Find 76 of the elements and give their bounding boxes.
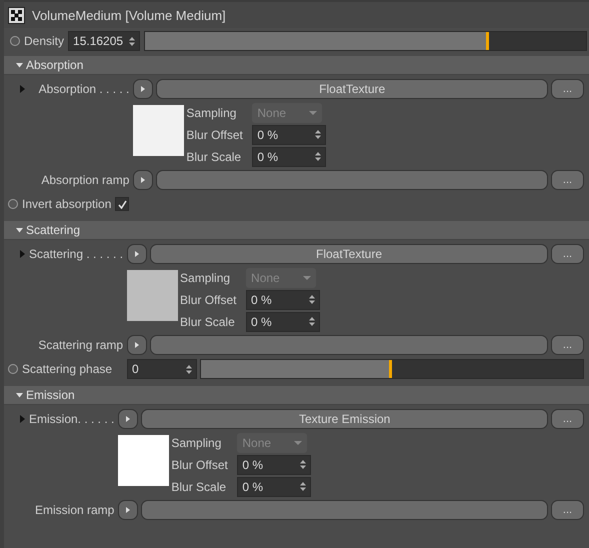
play-button[interactable] — [127, 335, 148, 355]
triangle-icon — [135, 251, 140, 257]
field-label: Blur Scale — [186, 150, 242, 164]
animation-radio[interactable] — [10, 36, 20, 46]
caret-icon — [309, 110, 318, 114]
more-button[interactable]: ... — [551, 244, 584, 264]
field-label: Blur Offset — [171, 458, 229, 472]
field-label: Scattering ramp — [38, 338, 124, 352]
animation-radio[interactable] — [8, 199, 18, 209]
number-field[interactable]: 0 % — [237, 476, 312, 496]
number-field[interactable]: 0 % — [246, 290, 320, 310]
triangle-icon[interactable] — [16, 228, 23, 232]
caret-icon — [294, 440, 302, 444]
texture-button[interactable]: FloatTexture — [156, 79, 548, 99]
triangle-icon — [141, 86, 146, 92]
field-label: Blur Scale — [180, 314, 236, 328]
play-button[interactable] — [133, 170, 154, 190]
spinner-arrows-icon[interactable] — [315, 152, 322, 161]
field-label: Blur Offset — [180, 292, 238, 306]
more-button[interactable]: ... — [551, 409, 584, 429]
more-button[interactable]: ... — [551, 335, 584, 355]
play-button[interactable] — [133, 79, 154, 99]
field-label: Sampling — [186, 106, 238, 120]
ramp-field[interactable] — [150, 335, 548, 355]
triangle-icon — [141, 177, 146, 183]
field-label: Scattering . . . . . . — [29, 247, 124, 261]
more-button[interactable]: ... — [551, 170, 584, 190]
checkmark-icon — [118, 200, 127, 208]
ramp-field[interactable] — [156, 170, 548, 190]
triangle-icon[interactable] — [16, 62, 23, 68]
more-button[interactable]: ... — [551, 79, 584, 99]
field-label: Absorption ramp — [41, 173, 130, 187]
caret-icon — [303, 276, 312, 280]
field-label: Emission ramp — [35, 503, 114, 517]
field-label: Blur Scale — [171, 480, 228, 494]
field-label: Density — [24, 34, 64, 48]
play-button[interactable] — [118, 409, 138, 429]
spinner-arrows-icon[interactable] — [315, 130, 322, 139]
triangle-icon — [126, 416, 130, 422]
spinner-arrows-icon[interactable] — [309, 317, 316, 326]
checkbox[interactable] — [115, 197, 130, 211]
spinner-arrows-icon[interactable] — [300, 482, 306, 491]
texture-button[interactable]: FloatTexture — [150, 244, 548, 264]
number-field[interactable]: 0 % — [237, 454, 312, 474]
section-header[interactable]: Absorption — [4, 56, 589, 75]
window-title: VolumeMedium [Volume Medium] — [32, 8, 226, 22]
number-field[interactable]: 0 % — [252, 146, 326, 166]
spinner-arrows-icon[interactable] — [309, 295, 316, 304]
slider-track[interactable] — [200, 359, 584, 379]
field-label: Absorption . . . . . — [38, 82, 130, 96]
animation-radio[interactable] — [8, 364, 18, 374]
field-label: Sampling — [171, 436, 222, 450]
play-button[interactable] — [127, 244, 148, 264]
density-field[interactable]: 15.16205 — [68, 31, 140, 51]
checker-icon — [9, 8, 24, 22]
number-field[interactable]: 0 — [127, 359, 198, 379]
triangle-icon — [135, 342, 140, 348]
slider-track[interactable] — [144, 31, 587, 51]
field-label: Blur Offset — [186, 128, 244, 142]
number-field[interactable]: 0 % — [252, 124, 326, 144]
field-label: Sampling — [180, 270, 232, 284]
more-button[interactable]: ... — [551, 500, 584, 520]
section-header[interactable]: Emission — [4, 386, 589, 405]
ramp-field[interactable] — [141, 500, 548, 520]
number-field[interactable]: 0 % — [246, 312, 320, 332]
spinner-arrows-icon[interactable] — [129, 36, 136, 46]
texture-button[interactable]: Texture Emission — [141, 409, 548, 429]
field-label: Scattering phase — [22, 362, 112, 376]
spinner-arrows-icon[interactable] — [186, 364, 192, 374]
triangle-icon — [126, 507, 130, 513]
section-header[interactable]: Scattering — [4, 221, 589, 240]
field-label: Invert absorption — [22, 197, 112, 211]
field-label: Emission. . . . . . — [29, 412, 114, 426]
spinner-arrows-icon[interactable] — [300, 460, 306, 469]
play-button[interactable] — [118, 500, 138, 520]
triangle-icon[interactable] — [16, 392, 23, 398]
